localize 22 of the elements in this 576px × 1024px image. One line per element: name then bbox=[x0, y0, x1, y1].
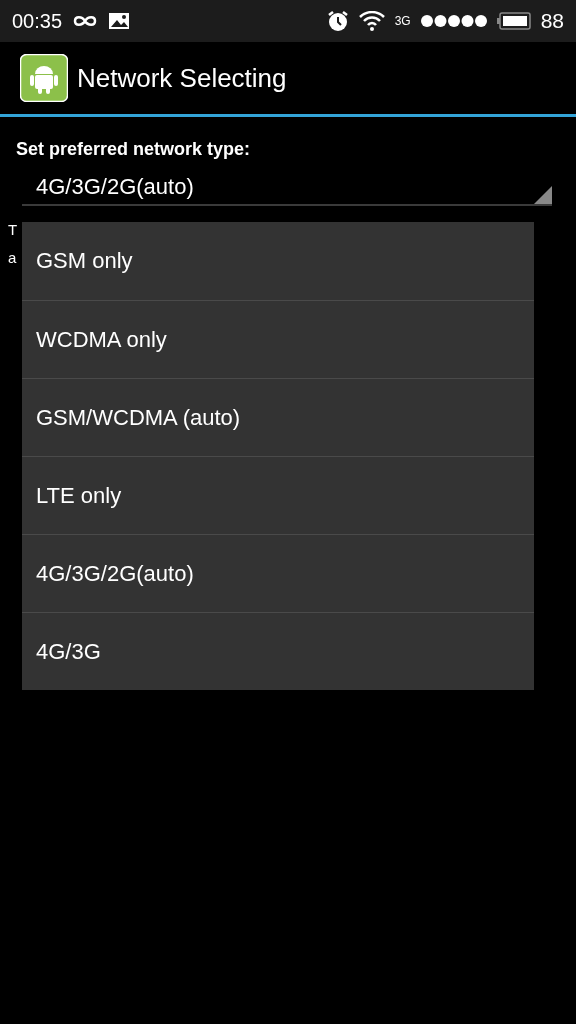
screen-title: Network Selecting bbox=[77, 62, 287, 94]
setting-label: Set preferred network type: bbox=[16, 139, 252, 160]
description-text: a bbox=[8, 248, 18, 268]
signal-icon bbox=[420, 14, 487, 28]
android-app-icon bbox=[20, 54, 68, 102]
network-type-spinner[interactable]: 4G/3G/2G(auto) bbox=[22, 170, 552, 206]
network-type: 3G bbox=[394, 14, 411, 28]
wifi-icon bbox=[358, 11, 385, 31]
dropdown-option[interactable]: 4G/3G/2G(auto) bbox=[22, 534, 534, 612]
clock-time: 00:35 bbox=[12, 9, 63, 33]
dropdown-option[interactable]: GSM/WCDMA (auto) bbox=[22, 378, 534, 456]
dropdown-option[interactable]: WCDMA only bbox=[22, 300, 534, 378]
battery-level: 88 bbox=[540, 9, 564, 33]
alarm-clock-icon bbox=[326, 10, 349, 32]
dropdown-option[interactable]: 4G/3G bbox=[22, 612, 534, 690]
description-text: T bbox=[8, 220, 18, 240]
spinner-corner-icon bbox=[534, 186, 552, 204]
dropdown-option[interactable]: LTE only bbox=[22, 456, 534, 534]
battery-icon bbox=[496, 12, 531, 30]
dropdown-option[interactable]: GSM only bbox=[22, 222, 534, 300]
image-icon bbox=[108, 12, 131, 30]
infinity-icon bbox=[72, 14, 99, 28]
